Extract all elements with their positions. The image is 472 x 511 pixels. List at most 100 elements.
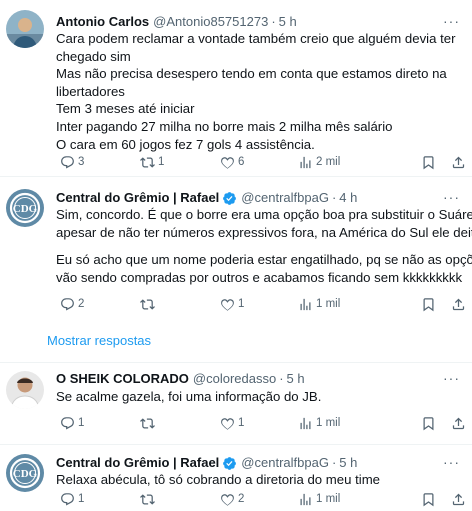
share-icon [451,297,466,312]
author-handle[interactable]: @centralfbpaG [241,189,329,207]
views-count: 1 mil [316,493,341,505]
timestamp[interactable]: 5 h [279,13,297,31]
like-count: 1 [238,417,245,429]
like-count: 1 [238,298,245,310]
views-button[interactable]: 1 mil [298,294,340,314]
author-handle[interactable]: @centralfbpaG [241,454,329,472]
bookmark-icon [421,155,436,170]
retweet-icon [140,492,155,507]
heart-icon [220,416,235,431]
author-name[interactable]: Central do Grêmio | Rafael [56,454,219,472]
bookmark-button[interactable] [421,294,436,314]
tweet[interactable]: Central do Grêmio | Rafael @centralfbpaG… [0,445,472,511]
verified-badge-icon [222,456,237,471]
timestamp[interactable]: 5 h [339,454,357,472]
retweet-icon [140,155,155,170]
retweet-count: 1 [158,156,165,168]
action-bar: 2 1 1 mil [60,294,460,314]
views-button[interactable]: 2 mil [298,152,340,172]
share-button[interactable] [451,152,466,172]
tweet[interactable]: O SHEIK COLORADO @coloredasso · 5 h ··· … [0,363,472,445]
speech-bubble-icon [60,155,75,170]
text-line: Eu só acho que um nome poderia estar eng… [56,252,472,268]
reply-count: 2 [78,298,85,310]
club-logo-icon [6,189,44,227]
reply-button[interactable]: 2 [60,294,84,314]
text-line: Mas não precisa desespero tendo em conta… [56,66,447,82]
speech-bubble-icon [60,492,75,507]
avatar[interactable] [6,371,44,409]
tweet-header: Central do Grêmio | Rafael @centralfbpaG… [56,189,357,207]
text-line: Cara podem reclamar a vontade também cre… [56,31,456,46]
reply-count: 1 [78,493,85,505]
retweet-button[interactable] [140,489,158,509]
user-photo-icon [6,10,44,48]
action-bar: 1 2 1 mil [60,489,460,509]
bar-chart-icon [298,492,313,507]
tweet-header: O SHEIK COLORADO @coloredasso · 5 h [56,370,305,388]
share-button[interactable] [451,413,466,433]
text-line: Relaxa abécula, tô só cobrando a diretor… [56,472,381,487]
text-line: chegado sim [56,48,131,64]
reply-button[interactable]: 3 [60,152,84,172]
like-button[interactable]: 1 [220,294,244,314]
show-replies-link[interactable]: Mostrar respostas [0,319,472,363]
tweet[interactable]: Antonio Carlos @Antonio85751273 · 5 h ··… [0,0,472,177]
more-icon[interactable]: ··· [443,190,460,204]
text-line: Inter pagando 27 milha no borre mais 2 m… [56,118,393,134]
action-bar: 3 1 6 2 mil [60,152,460,172]
like-button[interactable]: 1 [220,413,244,433]
user-photo-icon [6,371,44,409]
bookmark-icon [421,492,436,507]
author-name[interactable]: Central do Grêmio | Rafael [56,189,219,207]
bar-chart-icon [298,155,313,170]
author-handle[interactable]: @coloredasso [193,370,276,388]
bookmark-button[interactable] [421,413,436,433]
share-icon [451,492,466,507]
club-logo-icon [6,454,44,492]
tweet[interactable]: Central do Grêmio | Rafael @centralfbpaG… [0,177,472,319]
more-icon[interactable]: ··· [443,371,460,385]
views-count: 1 mil [316,298,341,310]
retweet-icon [140,297,155,312]
like-button[interactable]: 6 [220,152,244,172]
bookmark-button[interactable] [421,152,436,172]
retweet-button[interactable] [140,413,158,433]
timestamp[interactable]: 4 h [339,189,357,207]
reply-button[interactable]: 1 [60,489,84,509]
timestamp[interactable]: 5 h [287,370,305,388]
separator-dot: · [279,371,284,386]
share-button[interactable] [451,489,466,509]
more-icon[interactable]: ··· [443,14,460,28]
reply-button[interactable]: 1 [60,413,84,433]
share-button[interactable] [451,294,466,314]
author-name[interactable]: Antonio Carlos [56,13,149,31]
text-line: O cara em 60 jogos fez 7 gols 4 assistên… [56,136,315,152]
tweet-text: Se acalme gazela, foi uma informação do … [56,388,321,406]
views-button[interactable]: 1 mil [298,413,340,433]
views-button[interactable]: 1 mil [298,489,340,509]
speech-bubble-icon [60,297,75,312]
text-line [56,241,472,251]
text-line: libertadores [56,83,125,99]
tweet-text: Relaxa abécula, tô só cobrando a diretor… [56,471,380,489]
action-bar: 1 1 1 mil [60,413,460,433]
bar-chart-icon [298,297,313,312]
avatar[interactable] [6,454,44,492]
retweet-button[interactable] [140,294,158,314]
heart-icon [220,492,235,507]
avatar[interactable] [6,10,44,48]
more-icon[interactable]: ··· [443,455,460,469]
bookmark-icon [421,297,436,312]
tweet-header: Antonio Carlos @Antonio85751273 · 5 h [56,13,297,31]
like-button[interactable]: 2 [220,489,244,509]
bookmark-button[interactable] [421,489,436,509]
author-handle[interactable]: @Antonio85751273 [153,13,268,31]
retweet-button[interactable]: 1 [140,152,164,172]
retweet-icon [140,416,155,431]
speech-bubble-icon [60,416,75,431]
avatar[interactable] [6,189,44,227]
tweet-text: Cara podem reclamar a vontade também cre… [56,30,456,153]
reply-count: 1 [78,417,85,429]
author-name[interactable]: O SHEIK COLORADO [56,370,189,388]
